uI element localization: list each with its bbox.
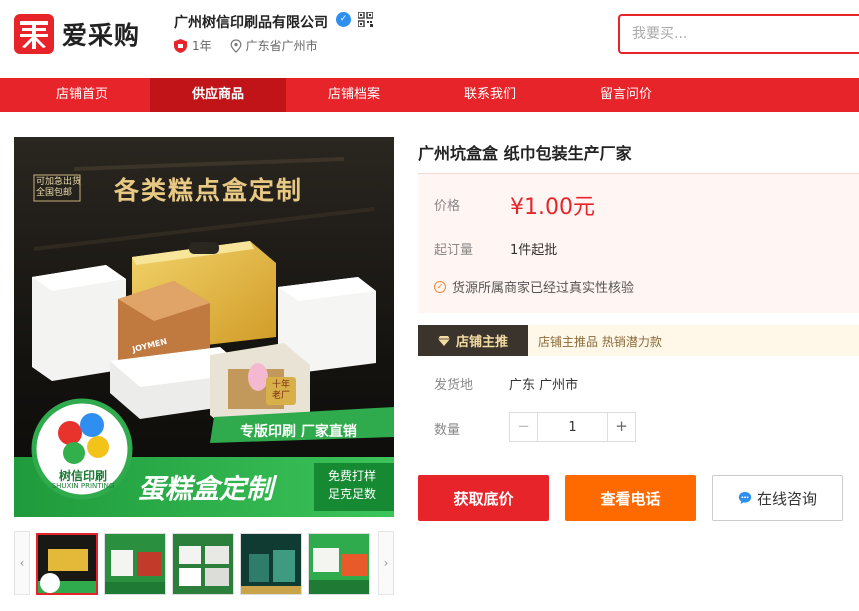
ship-from-label: 发货地 — [434, 378, 474, 393]
get-lowest-price-button[interactable]: 获取底价 — [418, 475, 549, 521]
price-label: 价格 — [434, 199, 461, 214]
site-header: 爱采购 广州树信印刷品有限公司 ✓ 1年 广东省广州市 — [0, 0, 859, 78]
nav-item-home[interactable]: 店铺首页 — [14, 78, 150, 112]
promo-badge: 店铺主推 — [418, 325, 528, 356]
shop-meta: 1年 广东省广州市 — [174, 37, 318, 54]
nav-item-inquiry[interactable]: 留言问价 — [558, 78, 694, 112]
nav-item-contact[interactable]: 联系我们 — [422, 78, 558, 112]
shop-location: 广东省广州市 — [245, 39, 318, 53]
nav-item-profile[interactable]: 店铺档案 — [286, 78, 422, 112]
thumbnail-4[interactable] — [240, 533, 302, 595]
corner-tag-line1: 可加急出货 — [36, 177, 82, 187]
online-consult-label: 在线咨询 — [756, 489, 817, 508]
quantity-input[interactable] — [538, 413, 607, 441]
nav-item-products[interactable]: 供应商品 — [150, 78, 286, 112]
promo-text: 店铺主推品 热销潜力款 — [538, 335, 662, 349]
online-consult-button[interactable]: 在线咨询 — [712, 475, 843, 521]
price-panel: 价格 ¥1.00元 起订量 1件起批 ✓ 货源所属商家已经过真实性核验 — [418, 173, 859, 313]
quantity-label: 数量 — [434, 423, 461, 438]
quantity-decrease-button[interactable]: − — [510, 413, 538, 441]
diamond-icon — [437, 335, 450, 346]
product-title: 广州坑盒盒 纸巾包装生产厂家 — [418, 144, 632, 163]
image-headline: 各类糕点盒定制 — [114, 176, 304, 205]
shop-years: 1年 — [192, 39, 212, 53]
ship-from-value: 广东 广州市 — [509, 378, 579, 393]
site-logo[interactable]: 爱采购 — [14, 13, 140, 55]
corner-tag-line2: 全国包邮 — [36, 188, 73, 198]
image-badge-line2: 老厂 — [271, 391, 290, 401]
image-banner-main: 蛋糕盒定制 — [138, 474, 273, 505]
thumbnail-prev-icon[interactable]: ‹ — [14, 531, 30, 595]
logo-mark-icon — [14, 14, 54, 54]
image-slogan: 专版印刷 厂家直销 — [240, 424, 357, 440]
shop-name[interactable]: 广州树信印刷品有限公司 — [174, 12, 328, 32]
image-badge-line1: 十年 — [271, 380, 290, 390]
logo-text: 爱采购 — [62, 21, 141, 50]
verified-icon: ✓ — [336, 12, 351, 27]
qr-code-icon[interactable] — [358, 12, 373, 27]
image-logo-en: SHUXIN PRINTING — [51, 482, 115, 490]
thumbnail-next-icon[interactable]: › — [378, 531, 394, 595]
location-pin-icon — [230, 38, 242, 53]
check-circle-icon: ✓ — [434, 280, 446, 293]
quantity-increase-button[interactable]: + — [607, 413, 635, 441]
product-main-image[interactable]: 可加急出货 全国包邮 各类糕点盒定制 JOYMEN 十年 老厂 专版印刷 厂家直… — [14, 137, 394, 517]
thumbnail-1[interactable] — [36, 533, 98, 595]
promo-bar: 店铺主推 店铺主推品 热销潜力款 — [418, 325, 859, 356]
thumbnail-2[interactable] — [104, 533, 166, 595]
image-banner-side2: 足克足数 — [328, 487, 377, 501]
thumbnail-3[interactable] — [172, 533, 234, 595]
verified-text: 货源所属商家已经过真实性核验 — [452, 281, 635, 296]
price-value: ¥1.00元 — [510, 195, 595, 220]
image-banner-side1: 免费打样 — [328, 469, 377, 483]
thumbnail-strip: ‹ › — [14, 531, 394, 595]
thumbnail-5[interactable] — [308, 533, 370, 595]
moq-label: 起订量 — [434, 243, 474, 258]
view-phone-button[interactable]: 查看电话 — [565, 475, 696, 521]
search-input[interactable] — [620, 16, 859, 52]
shield-icon — [174, 38, 187, 53]
verified-row: ✓ 货源所属商家已经过真实性核验 — [434, 277, 634, 296]
moq-value: 1件起批 — [510, 243, 558, 258]
promo-badge-label: 店铺主推 — [455, 335, 508, 350]
quantity-stepper: − + — [509, 412, 636, 442]
shop-nav: 店铺首页 供应商品 店铺档案 联系我们 留言问价 — [0, 78, 859, 112]
search-box — [618, 14, 859, 54]
chat-bubble-icon — [738, 492, 752, 504]
